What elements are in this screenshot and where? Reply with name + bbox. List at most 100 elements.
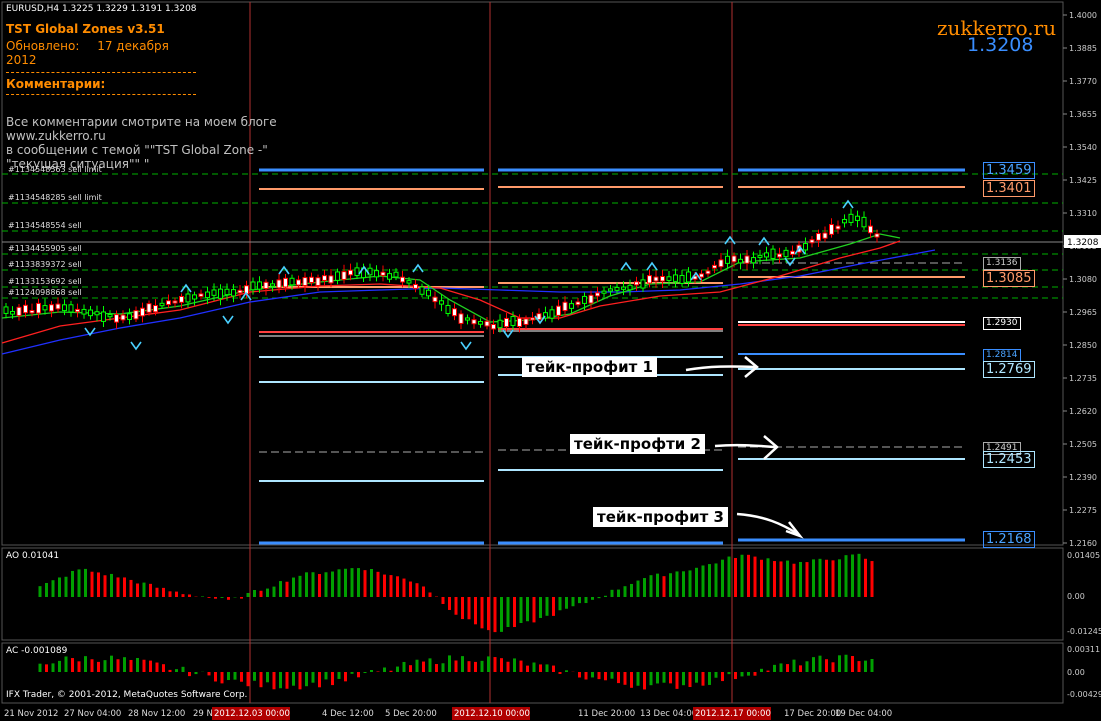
candle-body	[712, 264, 717, 269]
take-profit-2-label: тейк-профти 2	[570, 434, 705, 454]
ac-bar	[844, 654, 848, 672]
order-label[interactable]: #1134548563 sell limit	[8, 165, 102, 174]
price-axis[interactable]: 1.4000 1.3885 1.3770 1.3655 1.3540 1.3425 1.33…	[1063, 11, 1097, 548]
candle-body	[133, 310, 139, 320]
comment-line: www.zukkerro.ru	[6, 129, 106, 143]
ac-bar	[805, 661, 809, 672]
candle-body	[465, 317, 470, 321]
ac-bar	[513, 658, 516, 672]
price-tick-label: 1.3770	[1069, 77, 1097, 86]
ao-bar	[207, 597, 211, 598]
candle-body	[738, 258, 743, 264]
ac-bar	[669, 672, 672, 684]
ac-bar	[584, 672, 588, 680]
ac-bar	[246, 672, 250, 687]
candle-body	[660, 275, 665, 282]
ac-bar	[350, 672, 354, 674]
ac-axis-tick: 0.00311	[1067, 645, 1101, 654]
price-tick-label: 1.3885	[1069, 44, 1097, 53]
ao-bar	[545, 597, 549, 616]
ao-bar	[701, 565, 705, 597]
candle-body	[432, 296, 438, 303]
ao-bar	[727, 556, 731, 597]
ao-bar	[142, 582, 146, 597]
ac-bar	[740, 672, 744, 677]
order-label[interactable]: #1133839372 sell	[8, 260, 82, 269]
candle-body	[94, 311, 100, 316]
ac-bar	[77, 661, 81, 672]
ao-bar	[682, 571, 685, 597]
ac-bar	[227, 672, 230, 681]
candle-body	[634, 281, 639, 286]
ao-bar	[766, 558, 770, 597]
order-label[interactable]: #1134548554 sell	[8, 221, 82, 230]
ao-bar	[298, 575, 302, 597]
candle-body	[179, 295, 184, 303]
ao-bar	[649, 575, 653, 597]
order-label[interactable]: #1134455905 sell	[8, 244, 82, 253]
ao-bar	[662, 576, 666, 597]
candle-body	[387, 273, 392, 280]
ac-bar	[792, 659, 796, 672]
week-start-label: 2012.12.17 00:00	[695, 709, 771, 719]
ao-bar	[357, 568, 360, 597]
order-label[interactable]: #1124098868 sell	[8, 288, 82, 297]
ao-bar	[77, 569, 81, 597]
ao-bar	[71, 570, 74, 597]
candle-body	[842, 218, 847, 224]
candle-body	[192, 294, 197, 300]
ao-bar	[422, 586, 425, 597]
ac-bar	[818, 655, 822, 672]
ao-bar	[617, 589, 620, 597]
candle-body	[263, 281, 269, 290]
candle-body	[575, 301, 581, 306]
candle-body	[107, 314, 113, 318]
ac-bar	[110, 655, 113, 672]
candle-body	[673, 274, 678, 282]
candle-body	[120, 314, 126, 321]
ac-bar	[51, 663, 55, 672]
ac-bar	[656, 672, 659, 684]
price-tick-label: 1.2275	[1069, 506, 1097, 515]
level-label: 1.2168	[983, 531, 1035, 548]
candle-body	[705, 270, 711, 275]
ao-bar	[864, 558, 867, 597]
candle-body	[172, 300, 178, 304]
ao-bar	[162, 587, 165, 597]
current-price-axis-label: 1.3208	[1067, 238, 1099, 248]
candle-body	[835, 225, 841, 230]
candle-body	[296, 279, 301, 286]
ac-bar	[838, 655, 841, 672]
candle-body	[471, 319, 477, 325]
ac-bar	[766, 670, 770, 672]
ac-bar	[324, 672, 328, 680]
ao-bar	[474, 597, 477, 625]
ao-bar	[201, 596, 204, 597]
ao-bar	[370, 568, 373, 597]
ao-bar	[597, 597, 601, 599]
ac-bar	[565, 670, 568, 672]
order-label[interactable]: #1134548285 sell limit	[8, 193, 102, 202]
ao-bar	[175, 591, 178, 597]
ac-bar	[532, 662, 536, 672]
candle-body	[504, 317, 509, 328]
ac-bar	[175, 669, 178, 672]
ac-bar	[181, 666, 185, 672]
ao-bar	[64, 576, 68, 597]
candle-body	[640, 279, 646, 289]
order-label[interactable]: #1133153692 sell	[8, 277, 82, 286]
ao-bar	[90, 571, 94, 597]
candle-body	[647, 275, 652, 284]
price-tick-label: 1.3310	[1069, 209, 1097, 218]
ao-bar	[136, 583, 139, 597]
ac-bar	[526, 665, 529, 672]
ao-bar	[786, 560, 789, 597]
panel-divider-2	[6, 94, 196, 95]
ao-bar	[610, 589, 614, 597]
time-axis[interactable]: 21 Nov 2012 27 Nov 04:00 28 Nov 12:00 29 N 4…	[4, 707, 892, 720]
indicator-title: TST Global Zones v3.51	[6, 22, 165, 36]
candle-body	[627, 284, 633, 291]
price-tick-label: 1.2735	[1069, 374, 1097, 383]
ac-bar	[285, 672, 289, 689]
ac-bar	[799, 665, 802, 672]
